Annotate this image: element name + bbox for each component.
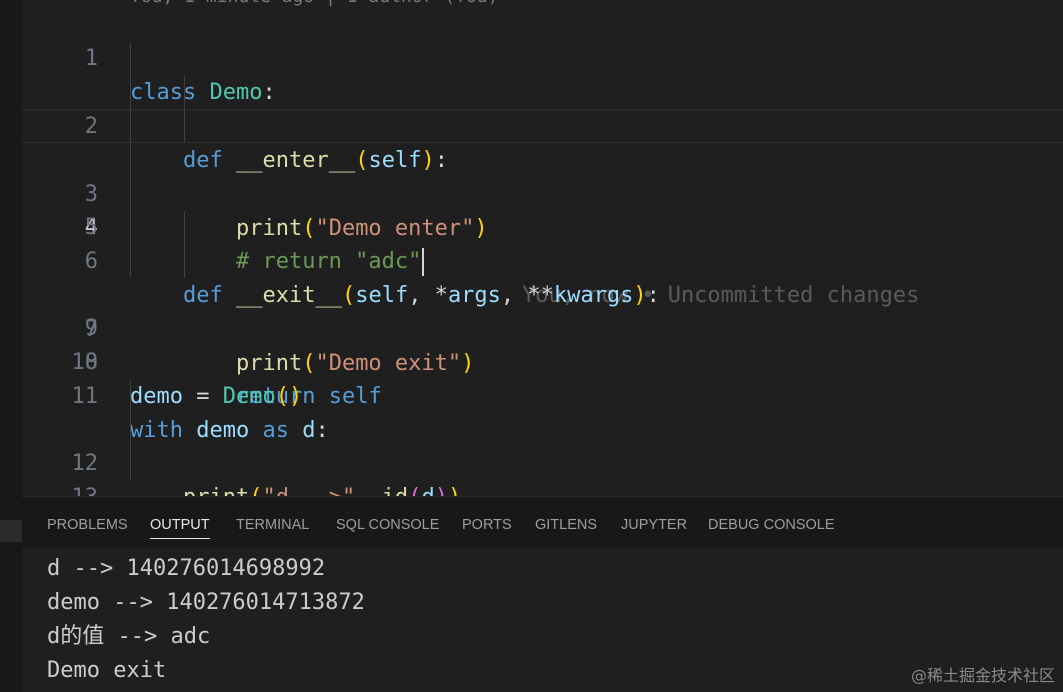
indent-guide (130, 143, 131, 177)
indent-guide (184, 109, 185, 143)
line-code: print("d -->", id(d)) (130, 481, 461, 496)
code-token: ) (448, 485, 461, 496)
indent-guide (130, 211, 131, 245)
code-line-13[interactable]: 13 print("demo -->", id(demo)) (22, 413, 1063, 496)
tab-output[interactable]: OUTPUT (150, 497, 210, 549)
code-line-4[interactable]: 4 # return "adc" You, now • Uncommitted … (22, 109, 1063, 308)
code-line-7[interactable]: 7 print("Demo exit") (22, 211, 1063, 376)
code-line-8[interactable]: 8 return self (22, 244, 1063, 409)
tab-gitlens[interactable]: GITLENS (535, 497, 597, 549)
indent-guide (130, 76, 131, 110)
indent-guide (184, 76, 185, 110)
panel-tab-bar: PROBLEMS OUTPUT TERMINAL SQL CONSOLE POR… (22, 496, 1063, 548)
indent-guide (130, 244, 131, 278)
code-token: ( (249, 485, 262, 496)
code-line-9[interactable]: 9 (22, 278, 1063, 341)
indent-guide (130, 109, 131, 143)
tab-sql-console[interactable]: SQL CONSOLE (336, 497, 439, 549)
code-line-6[interactable]: 6 def __exit__(self, *args, **kwargs): (22, 177, 1063, 308)
code-line-14[interactable]: 14 print("d的值 -->", d) (22, 447, 1063, 481)
indent-guide (130, 379, 131, 413)
code-token: "d -->" (262, 485, 355, 496)
code-line-5[interactable]: 5 (22, 143, 1063, 240)
code-token: d (421, 485, 434, 496)
code-token: , (355, 485, 382, 496)
indent-guide (184, 211, 185, 245)
activity-bar (0, 0, 22, 692)
indent-guide (130, 413, 131, 447)
output-line: Demo exit (47, 658, 167, 683)
code-line-3[interactable]: 3 print("Demo enter") (22, 76, 1063, 241)
code-line-1[interactable]: 1 class Demo: (22, 8, 1063, 105)
panel-side-marker (0, 520, 22, 542)
indent-guide (130, 447, 131, 481)
codelens-blame-header[interactable]: You, 1 minute ago | 1 author (You) (130, 0, 498, 8)
code-line-11[interactable]: 11 with demo as d: (22, 346, 1063, 443)
indent-guide (130, 42, 131, 76)
tab-terminal[interactable]: TERMINAL (236, 497, 309, 549)
code-line-10[interactable]: 10 demo = Demo() (22, 312, 1063, 409)
tab-problems[interactable]: PROBLEMS (47, 497, 128, 549)
watermark: @稀土掘金技术社区 (910, 666, 1055, 685)
tab-ports[interactable]: PORTS (462, 497, 512, 549)
code-token: ) (435, 485, 448, 496)
code-line-12[interactable]: 12 print("d -->", id(d)) (22, 379, 1063, 496)
code-line-2[interactable]: 2 def __enter__(self): (22, 42, 1063, 173)
indent-guide (184, 244, 185, 278)
code-token: ( (408, 485, 421, 496)
indent-guide (130, 177, 131, 211)
tab-debug-console[interactable]: DEBUG CONSOLE (708, 497, 835, 549)
tab-jupyter[interactable]: JUPYTER (621, 497, 687, 549)
code-token: print (183, 485, 249, 496)
output-line: d --> 140276014698992 (47, 556, 326, 581)
output-line: demo --> 140276014713872 (47, 590, 365, 615)
code-token: id (382, 485, 409, 496)
output-line: d的值 --> adc (47, 624, 211, 649)
output-panel[interactable]: d --> 140276014698992 demo --> 140276014… (22, 548, 1063, 692)
code-editor[interactable]: You, 1 minute ago | 1 author (You) 1 cla… (22, 0, 1063, 496)
